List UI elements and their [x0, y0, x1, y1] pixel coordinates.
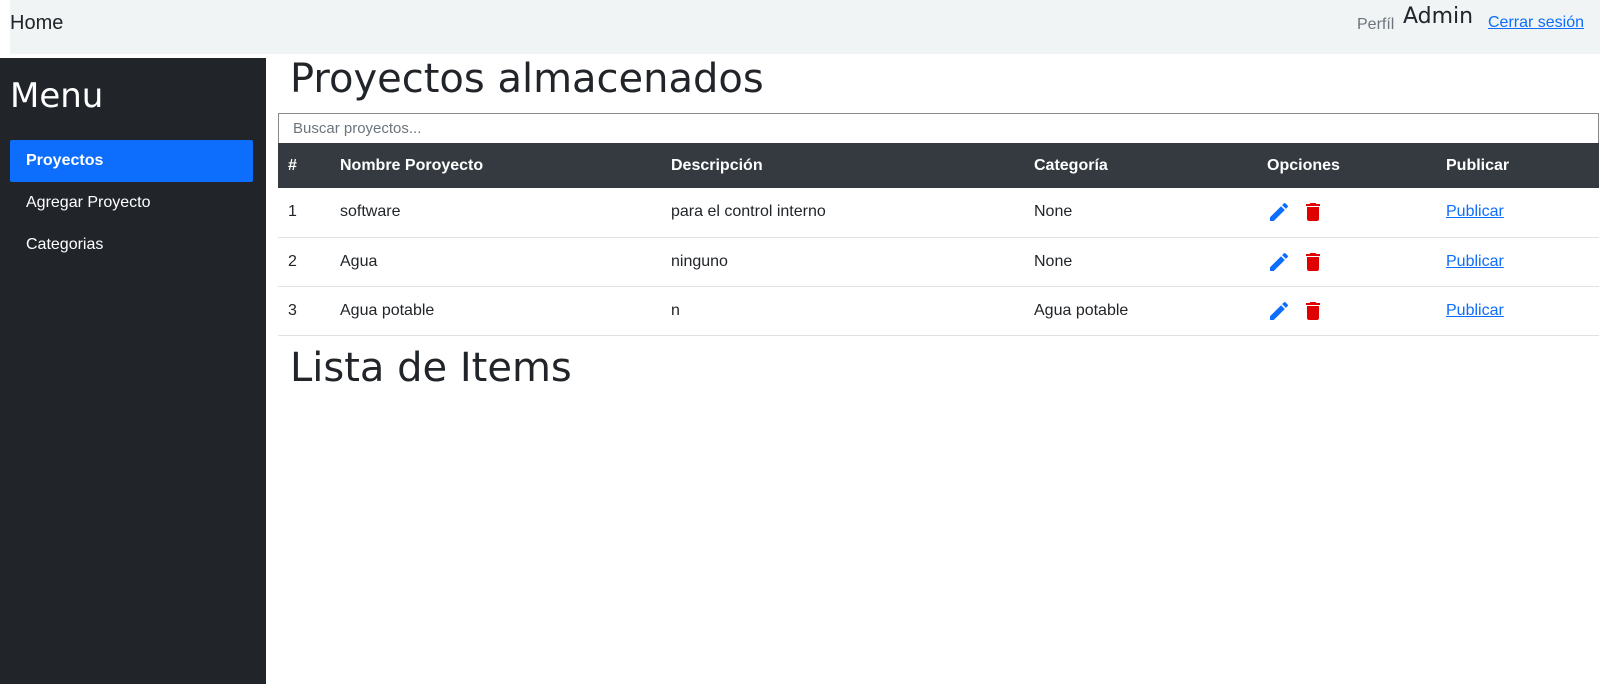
row-num: 1 [278, 188, 330, 238]
search-input[interactable] [278, 113, 1599, 144]
top-navbar: Home Perfíl Admin Cerrar sesión [10, 0, 1600, 54]
row-description: ninguno [661, 237, 1024, 287]
header-publish: Publicar [1436, 143, 1599, 188]
header-num: # [278, 143, 330, 188]
row-name: software [330, 188, 661, 238]
pencil-icon[interactable] [1267, 200, 1291, 224]
row-description: n [661, 286, 1024, 336]
sidebar-title: Menu [10, 76, 104, 116]
sidebar-item-categorias[interactable]: Categorias [10, 224, 253, 266]
sidebar-item-proyectos[interactable]: Proyectos [10, 140, 253, 182]
header-category: Categoría [1024, 143, 1257, 188]
row-options [1257, 188, 1436, 238]
items-section-title: Lista de Items [290, 345, 572, 391]
row-publish: Publicar [1436, 237, 1599, 287]
row-options [1257, 237, 1436, 287]
logout-link[interactable]: Cerrar sesión [1488, 14, 1584, 32]
publish-link[interactable]: Publicar [1446, 253, 1504, 270]
sidebar-item-agregar-proyecto[interactable]: Agregar Proyecto [10, 182, 253, 224]
row-category: None [1024, 188, 1257, 238]
row-category: Agua potable [1024, 286, 1257, 336]
publish-link[interactable]: Publicar [1446, 203, 1504, 220]
profile-link[interactable]: Perfíl [1357, 16, 1394, 34]
table-header-row: # Nombre Poroyecto Descripción Categoría… [278, 143, 1599, 188]
sidebar: Menu Proyectos Agregar Proyecto Categori… [0, 58, 266, 684]
page-title: Proyectos almacenados [290, 56, 764, 102]
table-row: 1 software para el control interno None … [278, 188, 1599, 238]
projects-table: # Nombre Poroyecto Descripción Categoría… [278, 143, 1599, 336]
publish-link[interactable]: Publicar [1446, 302, 1504, 319]
trash-icon[interactable] [1301, 299, 1325, 323]
home-link[interactable]: Home [10, 12, 63, 35]
pencil-icon[interactable] [1267, 299, 1291, 323]
header-name: Nombre Poroyecto [330, 143, 661, 188]
row-category: None [1024, 237, 1257, 287]
row-publish: Publicar [1436, 286, 1599, 336]
table-row: 3 Agua potable n Agua potable Publicar [278, 286, 1599, 336]
table-row: 2 Agua ninguno None Publicar [278, 237, 1599, 287]
row-options [1257, 286, 1436, 336]
header-options: Opciones [1257, 143, 1436, 188]
row-num: 3 [278, 286, 330, 336]
row-num: 2 [278, 237, 330, 287]
trash-icon[interactable] [1301, 250, 1325, 274]
row-description: para el control interno [661, 188, 1024, 238]
trash-icon[interactable] [1301, 200, 1325, 224]
row-name: Agua potable [330, 286, 661, 336]
row-publish: Publicar [1436, 188, 1599, 238]
username-label: Admin [1403, 4, 1474, 29]
pencil-icon[interactable] [1267, 250, 1291, 274]
header-description: Descripción [661, 143, 1024, 188]
row-name: Agua [330, 237, 661, 287]
